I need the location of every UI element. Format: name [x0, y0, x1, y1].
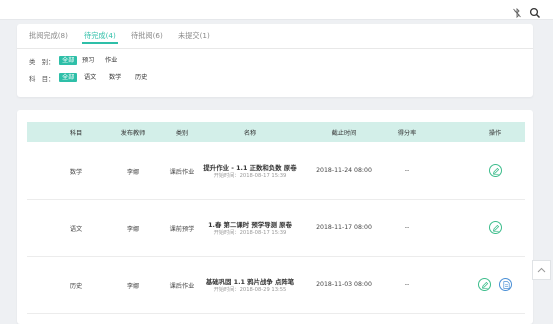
header-score-rate: 得分率: [397, 130, 417, 137]
cell-deadline: 2018-11-24 08:00: [316, 167, 372, 174]
bluetooth-off-icon[interactable]: [511, 4, 523, 19]
cell-subject: 历史: [69, 283, 83, 290]
pencil-icon: [492, 224, 500, 232]
scroll-to-top-button[interactable]: [532, 260, 551, 280]
cell-teacher: 李娜: [126, 283, 140, 290]
cell-score-rate: --: [404, 224, 410, 231]
cell-type: 课前预学: [169, 226, 195, 233]
header-title: 名称: [243, 130, 257, 137]
cell-type: 课后作业: [169, 283, 195, 290]
header-subject: 科目: [69, 130, 83, 137]
document-icon: [502, 281, 510, 289]
table-row: 数学 李娜 课后作业 提升作业 - 1.1 正数和负数 原卷 开始时间：2018…: [27, 143, 525, 200]
pencil-icon: [492, 167, 500, 175]
pencil-icon: [481, 281, 489, 289]
subject-option-chinese[interactable]: 语文: [81, 73, 99, 82]
table-row: 语文 李娜 课前预学 1.春 第二课时 预学导测 原卷 开始时间：2018-08…: [27, 200, 525, 257]
tab-to-complete[interactable]: 待完成(4): [82, 31, 118, 44]
status-tabs: 批阅完成(8) 待完成(4) 待批阅(6) 未提交(1): [17, 24, 533, 49]
category-label: 类 别：: [29, 58, 55, 66]
subject-option-all[interactable]: 全部: [59, 73, 78, 82]
assignment-table-card: 科目 发布教师 类别 名称 截止时间 得分率 操作 数学 李娜 课后作业 提升作…: [17, 110, 533, 324]
header-teacher: 发布教师: [120, 130, 146, 137]
cell-start-time: 开始时间：2018-08-17 15:39: [213, 173, 287, 179]
cell-deadline: 2018-11-17 08:00: [316, 224, 372, 231]
header-actions: 操作: [488, 130, 502, 137]
edit-button[interactable]: [489, 221, 502, 234]
top-bar: [0, 0, 553, 20]
cell-score-rate: --: [404, 167, 410, 174]
subject-option-history[interactable]: 历史: [132, 73, 150, 82]
cell-teacher: 李娜: [126, 169, 140, 176]
cell-subject: 语文: [69, 226, 83, 233]
cell-score-rate: --: [404, 281, 410, 288]
cell-type: 课后作业: [169, 169, 195, 176]
table-row: 历史 李娜 课后作业 基础巩固 1.1 鸦片战争 点阵笔 开始时间：2018-0…: [27, 257, 525, 314]
cell-subject: 数学: [69, 169, 83, 176]
cell-start-time: 开始时间：2018-08-29 13:55: [213, 287, 287, 293]
view-document-button[interactable]: [499, 278, 512, 291]
header-deadline: 截止时间: [331, 130, 357, 137]
tab-to-review[interactable]: 待批阅(6): [131, 31, 163, 41]
chevron-up-icon: [537, 267, 546, 273]
tab-not-submitted[interactable]: 未提交(1): [178, 31, 210, 41]
table-header: 科目 发布教师 类别 名称 截止时间 得分率 操作: [27, 122, 525, 142]
filter-card: 批阅完成(8) 待完成(4) 待批阅(6) 未提交(1) 类 别： 全部 预习 …: [17, 24, 533, 97]
cell-deadline: 2018-11-03 08:00: [316, 281, 372, 288]
subject-label: 科 目：: [29, 75, 55, 83]
tab-reviewed[interactable]: 批阅完成(8): [29, 31, 68, 41]
subject-option-math[interactable]: 数学: [106, 73, 124, 82]
cell-start-time: 开始时间：2018-08-17 15:39: [213, 230, 287, 236]
category-option-all[interactable]: 全部: [59, 56, 78, 65]
assignment-title-link[interactable]: 提升作业 - 1.1 正数和负数 原卷: [203, 163, 296, 172]
header-type: 类别: [175, 130, 189, 137]
edit-button[interactable]: [478, 278, 491, 291]
category-option-preview[interactable]: 预习: [79, 56, 97, 65]
category-option-homework[interactable]: 作业: [102, 56, 120, 65]
edit-button[interactable]: [489, 164, 502, 177]
search-icon[interactable]: [529, 4, 541, 18]
cell-teacher: 李娜: [126, 226, 140, 233]
assignment-title-link[interactable]: 1.春 第二课时 预学导测 原卷: [208, 220, 292, 229]
assignment-title-link[interactable]: 基础巩固 1.1 鸦片战争 点阵笔: [206, 277, 294, 286]
